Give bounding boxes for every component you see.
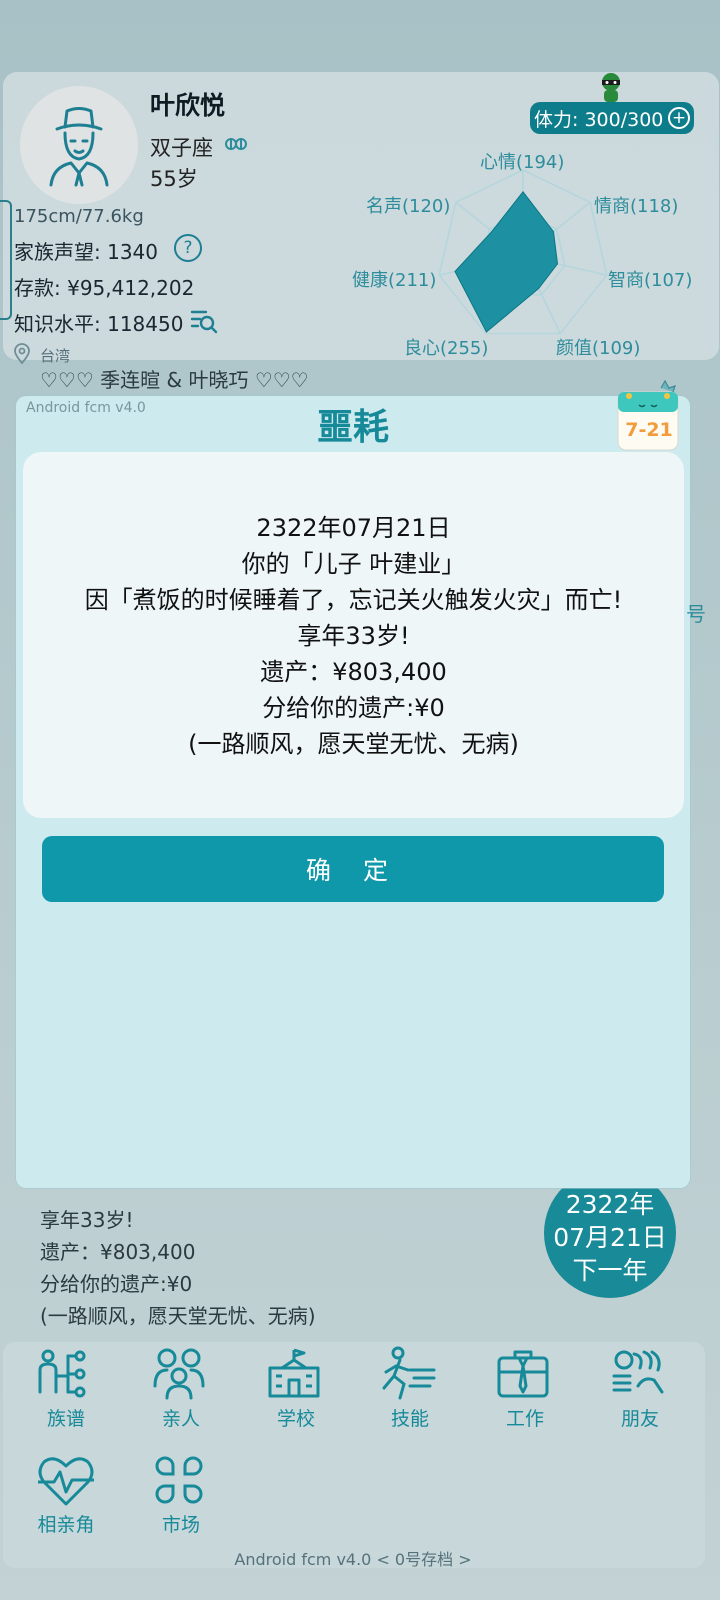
nav-item-skills[interactable]: 技能 xyxy=(355,1346,465,1431)
radar-label: 心情(194) xyxy=(480,152,565,173)
clipped-side-text: 号 xyxy=(686,602,706,626)
radar-label: 名声(120) xyxy=(366,196,451,217)
location-pin-icon xyxy=(12,343,32,369)
stamina-text: 体力: 300/300 xyxy=(534,108,664,131)
nav-item-briefcase[interactable]: 工作 xyxy=(470,1346,580,1431)
add-stamina-icon[interactable]: + xyxy=(668,107,690,129)
friends-icon xyxy=(612,1350,664,1394)
dialog-title: 噩耗 xyxy=(316,407,389,448)
nav-label: 学校 xyxy=(276,1408,315,1430)
calendar-icon: 7-21 xyxy=(615,379,685,460)
dialog-line: 遗产：¥803,400 xyxy=(260,658,447,686)
dialog-line: 因「煮饭的时候睡着了，忘记关火触发火灾」而亡! xyxy=(84,586,623,614)
log-line: 遗产：¥803,400 xyxy=(40,1240,196,1264)
avatar[interactable] xyxy=(20,86,138,204)
left-edge-tab[interactable] xyxy=(0,200,12,320)
radar-label: 情商(118) xyxy=(594,196,679,217)
zodiac-label: 双子座 xyxy=(150,136,213,160)
nav-item-friends[interactable]: 朋友 xyxy=(585,1346,695,1431)
nav-label: 相亲角 xyxy=(37,1514,95,1536)
log-line: (一路顺风，愿天堂无忧、无病) xyxy=(40,1304,316,1328)
nav-item-relatives[interactable]: 亲人 xyxy=(126,1346,236,1431)
age-label: 55岁 xyxy=(150,167,198,191)
radar-fill xyxy=(454,190,559,333)
stats-radar-chart xyxy=(438,169,608,335)
knowledge-level: 知识水平: 118450 xyxy=(14,312,184,336)
dialog-message: 2322年07月21日 你的「儿子 叶建业」因「煮饭的时候睡着了，忘记关火触发火灾… xyxy=(23,452,684,818)
radar-label: 智商(107) xyxy=(608,270,693,291)
dialog-line: 2322年07月21日 xyxy=(256,514,451,542)
height-weight: 175cm/77.6kg xyxy=(14,206,144,227)
badge-date: 07月21日 xyxy=(553,1223,667,1252)
school-icon xyxy=(268,1348,320,1398)
gemini-icon xyxy=(224,133,248,159)
skills-icon xyxy=(382,1346,436,1400)
dialog-line: 分给你的遗产:¥0 xyxy=(262,694,445,722)
family-tree-icon xyxy=(38,1349,86,1398)
question-icon[interactable]: ? xyxy=(174,234,202,262)
log-line: 享年33岁! xyxy=(40,1208,134,1232)
nav-label: 亲人 xyxy=(161,1408,200,1430)
dialog-line: 享年33岁! xyxy=(297,622,410,650)
search-list-icon[interactable] xyxy=(190,308,218,338)
calendar-date-text: 7-21 xyxy=(625,419,673,441)
nav-label: 工作 xyxy=(505,1408,544,1430)
radar-label: 良心(255) xyxy=(404,338,489,359)
character-name: 叶欣悦 xyxy=(150,91,226,120)
radar-label: 颜值(109) xyxy=(556,338,641,359)
nav-label: 族谱 xyxy=(46,1408,85,1430)
stamina-pill[interactable]: 体力: 300/300 + xyxy=(530,102,694,134)
nav-label: 市场 xyxy=(161,1514,200,1536)
savings: 存款: ¥95,412,202 xyxy=(14,276,195,300)
footer-version: Android fcm v4.0 < 0号存档 > xyxy=(234,1550,472,1569)
heart-pulse-icon xyxy=(38,1457,94,1506)
dialog-line: (一路顺风，愿天堂无忧、无病) xyxy=(188,730,519,758)
confirm-button[interactable]: 确 定 xyxy=(42,836,664,902)
couple-line: ♡♡♡ 季连暄 & 叶晓巧 ♡♡♡ xyxy=(40,368,309,392)
avatar-man-hat-icon xyxy=(49,107,109,187)
dialog-line: 你的「儿子 叶建业」 xyxy=(241,550,466,578)
family-prestige: 家族声望: 1340 xyxy=(14,240,158,264)
radar-label: 健康(211) xyxy=(352,270,437,291)
badge-next: 下一年 xyxy=(572,1256,648,1285)
location-label: 台湾 xyxy=(40,347,71,365)
nav-label: 朋友 xyxy=(620,1408,659,1430)
nav-item-family-tree[interactable]: 族谱 xyxy=(11,1346,121,1431)
nav-label: 技能 xyxy=(390,1408,429,1430)
relatives-icon xyxy=(153,1348,205,1400)
nav-item-school[interactable]: 学校 xyxy=(241,1346,351,1431)
log-line: 分给你的遗产:¥0 xyxy=(40,1272,193,1296)
market-icon xyxy=(155,1456,203,1504)
nav-item-market[interactable]: 市场 xyxy=(126,1452,236,1537)
briefcase-icon xyxy=(497,1350,549,1398)
badge-year: 2322年 xyxy=(565,1190,655,1219)
nav-item-heart-pulse[interactable]: 相亲角 xyxy=(11,1452,121,1537)
